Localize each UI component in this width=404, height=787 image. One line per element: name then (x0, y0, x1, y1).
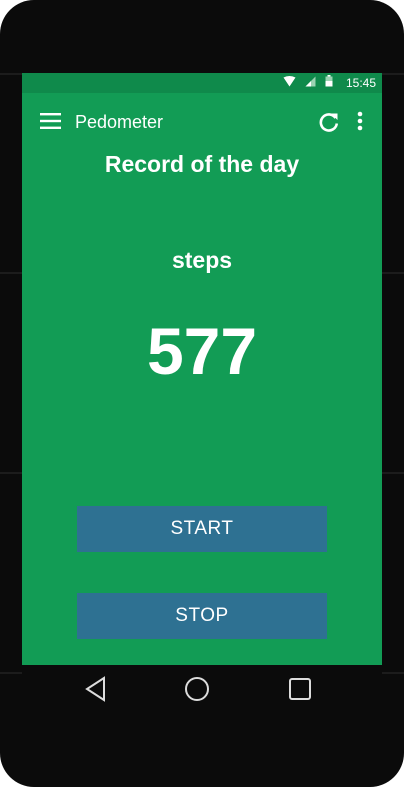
bezel-line (382, 672, 404, 674)
start-button[interactable]: START (77, 506, 327, 552)
wifi-icon (283, 74, 296, 92)
bezel-line (0, 272, 22, 274)
bezel-line (382, 472, 404, 474)
battery-icon (325, 74, 333, 92)
home-icon[interactable] (183, 675, 211, 703)
bezel-line (382, 73, 404, 75)
more-vert-icon[interactable] (350, 111, 370, 133)
bezel-line (0, 73, 22, 75)
signal-icon (305, 74, 316, 92)
status-bar: 15:45 (22, 73, 382, 93)
bezel-line (0, 472, 22, 474)
bezel-line (0, 672, 22, 674)
app-bar: Pedometer (22, 93, 382, 149)
status-icons: 15:45 (283, 73, 376, 93)
phone-device: 15:45 Pedometer Record of the day steps … (0, 0, 404, 787)
record-title: Record of the day (104, 151, 300, 177)
refresh-icon[interactable] (318, 111, 340, 133)
back-icon[interactable] (83, 675, 111, 703)
menu-icon[interactable] (40, 113, 62, 129)
stop-button[interactable]: STOP (77, 593, 327, 639)
recents-icon[interactable] (286, 675, 314, 703)
bezel-line (382, 272, 404, 274)
app-screen: 15:45 Pedometer Record of the day steps … (22, 73, 382, 665)
status-time: 15:45 (345, 76, 376, 90)
system-nav-bar (22, 665, 382, 713)
steps-label: steps (171, 247, 233, 273)
steps-count: 577 (146, 314, 258, 388)
app-title: Pedometer (75, 112, 164, 132)
